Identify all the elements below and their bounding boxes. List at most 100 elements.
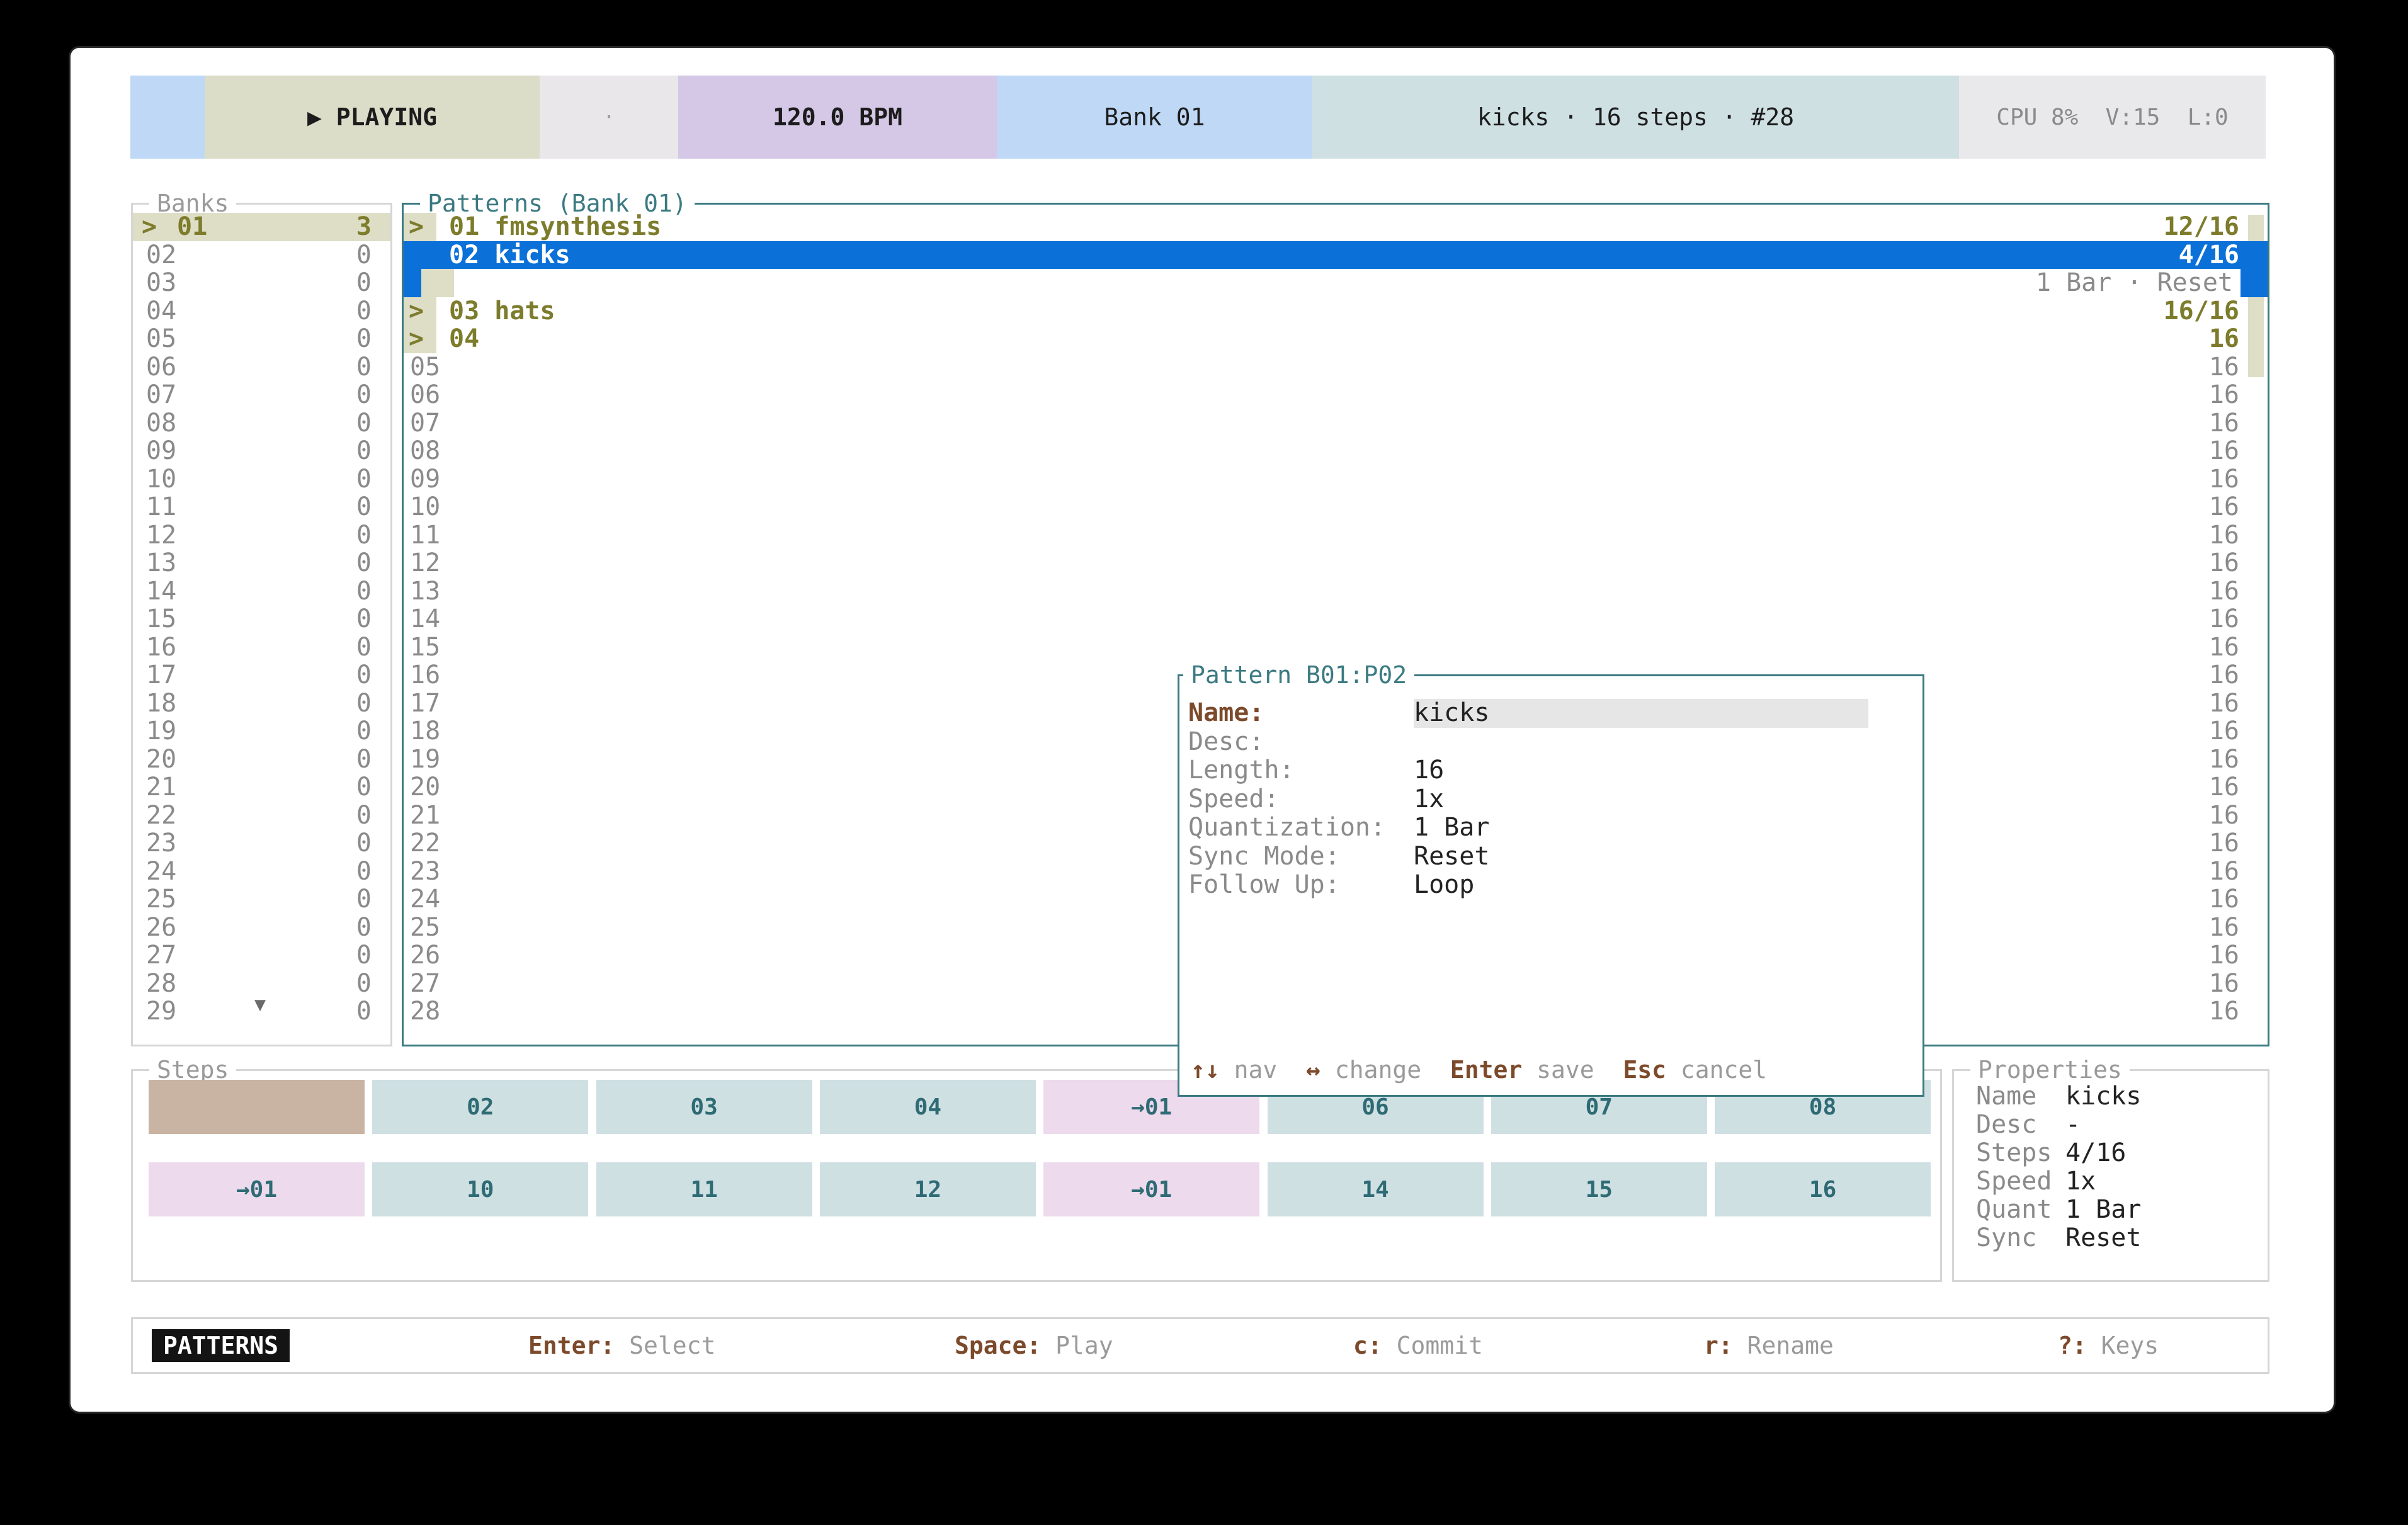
pattern-number-and-name: 15 — [410, 633, 440, 662]
pattern-step-count: 16 — [2209, 381, 2239, 409]
pattern-row[interactable]: 10 16 — [404, 493, 2268, 521]
bank-row[interactable]: 260 — [133, 914, 390, 942]
property-row: Speed1x — [1954, 1167, 2268, 1196]
bank-row[interactable]: 050 — [133, 325, 390, 353]
bank-number: 22 — [146, 802, 176, 830]
bank-display[interactable]: Bank 01 — [997, 76, 1312, 159]
step-cell[interactable]: 12 — [820, 1162, 1036, 1216]
step-cell[interactable]: 14 — [1268, 1162, 1484, 1216]
step-cell-chain[interactable]: →01 — [1043, 1162, 1259, 1216]
pattern-number-and-name: 27 — [410, 970, 440, 998]
pattern-step-count: 16 — [2209, 885, 2239, 914]
bank-row[interactable]: 240 — [133, 858, 390, 886]
bank-row[interactable]: 040 — [133, 297, 390, 326]
topbar-separator-block: · — [540, 76, 678, 159]
bank-row[interactable]: 270 — [133, 941, 390, 970]
property-label: Steps — [1976, 1139, 2052, 1167]
step-label: 06 — [1361, 1094, 1389, 1120]
dialog-field[interactable]: Follow Up:Loop — [1179, 871, 1922, 900]
pattern-number-and-name: 25 — [410, 914, 440, 942]
pattern-row[interactable]: 1216 — [404, 549, 2268, 577]
bank-row[interactable]: 070 — [133, 381, 390, 409]
pattern-step-count: 16 — [2209, 914, 2239, 942]
step-cell[interactable]: 03 — [596, 1080, 812, 1134]
pattern-number-and-name: 20 — [410, 773, 440, 802]
bank-row[interactable]: 220 — [133, 802, 390, 830]
pattern-row[interactable]: 1316 — [404, 577, 2268, 606]
bank-number: 12 — [146, 521, 176, 550]
hint-label: change — [1320, 1056, 1450, 1084]
bank-row[interactable]: 12 0 — [133, 521, 390, 550]
bank-row[interactable]: 110 — [133, 493, 390, 521]
bank-row[interactable]: 150 — [133, 605, 390, 633]
bank-row[interactable]: 200 — [133, 745, 390, 774]
bank-number: 20 — [146, 745, 176, 774]
pattern-number-and-name: 02 kicks — [449, 241, 571, 269]
bank-row[interactable]: 250 — [133, 885, 390, 914]
pattern-row[interactable]: 1516 — [404, 633, 2268, 662]
pattern-number-and-name: 10 — [410, 493, 440, 521]
bank-number: 01 — [177, 213, 207, 241]
pattern-row[interactable]: 1416 — [404, 605, 2268, 633]
step-label: →01 — [1131, 1177, 1172, 1203]
bank-row[interactable]: 080 — [133, 409, 390, 438]
dialog-field[interactable]: Sync Mode:Reset — [1179, 842, 1922, 871]
pattern-number-and-name: 09 — [410, 465, 440, 494]
bank-pattern-count: 0 — [356, 885, 372, 914]
bank-pattern-count: 0 — [356, 353, 372, 382]
bank-row[interactable]: 160 — [133, 633, 390, 662]
pattern-row[interactable]: 02 kicks4/16 — [404, 241, 2268, 269]
dialog-field-value: Loop — [1414, 871, 1474, 900]
hint-label: Play — [1041, 1332, 1113, 1359]
pattern-row[interactable]: 0816 — [404, 437, 2268, 465]
step-cell[interactable]: 16 — [1715, 1162, 1931, 1216]
pattern-row[interactable]: 0516 — [404, 353, 2268, 382]
bank-number: 14 — [146, 577, 176, 606]
pattern-number-and-name: 13 — [410, 577, 440, 606]
pattern-row[interactable]: 0616 — [404, 381, 2268, 409]
pattern-row[interactable]: >0416 — [404, 325, 2268, 353]
pattern-row[interactable]: 0716 — [404, 409, 2268, 438]
pattern-row[interactable]: >01 fmsynthesis12/16 — [404, 213, 2268, 241]
step-label: 16 — [1809, 1177, 1836, 1203]
bank-pattern-count: 0 — [356, 437, 372, 465]
dialog-field[interactable]: Length:16 — [1179, 756, 1922, 785]
bank-row[interactable]: 190 — [133, 717, 390, 745]
bank-row[interactable]: 180 — [133, 689, 390, 718]
property-label: Sync — [1976, 1224, 2036, 1252]
bank-pattern-count: 0 — [356, 521, 372, 550]
bank-row[interactable]: 210 — [133, 773, 390, 802]
dialog-field[interactable]: Quantization:1 Bar — [1179, 814, 1922, 842]
pattern-row[interactable]: >03 hats16/16 — [404, 297, 2268, 326]
bank-row[interactable]: 230 — [133, 829, 390, 858]
pattern-number-and-name: 08 — [410, 437, 440, 465]
step-cell[interactable]: 15 — [1491, 1162, 1707, 1216]
bank-row[interactable]: 090 — [133, 437, 390, 465]
step-cell[interactable]: 02 — [372, 1080, 588, 1134]
transport-status[interactable]: ▶ PLAYING — [205, 76, 540, 159]
step-cell[interactable]: 10 — [372, 1162, 588, 1216]
pattern-row[interactable]: 1116 — [404, 521, 2268, 550]
bank-row[interactable]: 100 — [133, 465, 390, 494]
bpm-display[interactable]: 120.0 BPM — [678, 76, 997, 159]
dialog-field[interactable]: Speed:1x — [1179, 785, 1922, 814]
bank-row[interactable]: 060 — [133, 353, 390, 382]
pattern-row[interactable]: 0916 — [404, 465, 2268, 494]
dialog-field[interactable]: Name:kicks — [1179, 699, 1922, 728]
bank-row[interactable]: 130 — [133, 549, 390, 577]
bank-row[interactable]: 030 — [133, 269, 390, 297]
bank-row[interactable]: 140 — [133, 577, 390, 606]
pattern-step-count: 16 — [2209, 493, 2239, 521]
bank-row[interactable]: 170 — [133, 661, 390, 689]
bank-pattern-count: 0 — [356, 297, 372, 326]
step-cell[interactable]: 04 — [820, 1080, 1036, 1134]
bank-row[interactable]: >013 — [133, 213, 390, 241]
step-label: 12 — [914, 1177, 941, 1203]
step-cell-active[interactable] — [149, 1080, 365, 1134]
step-cell-chain[interactable]: →01 — [149, 1162, 365, 1216]
step-cell[interactable]: 11 — [596, 1162, 812, 1216]
bank-row[interactable]: 020 — [133, 241, 390, 269]
dialog-field-label: Quantization: — [1188, 814, 1385, 842]
dialog-field[interactable]: Desc: — [1179, 728, 1922, 757]
pattern-number-and-name: 18 — [410, 717, 440, 745]
